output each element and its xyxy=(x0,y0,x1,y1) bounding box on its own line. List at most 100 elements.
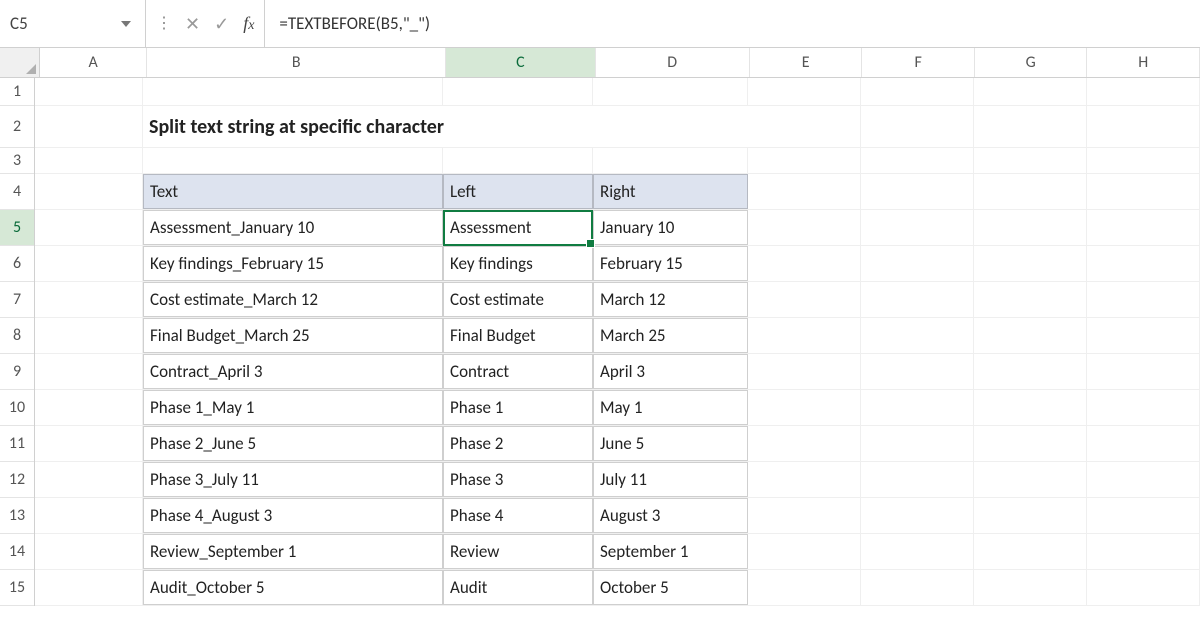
cell-G12[interactable] xyxy=(974,462,1087,497)
cell-E11[interactable] xyxy=(748,426,861,461)
cell-G2[interactable] xyxy=(974,106,1087,147)
cell-G9[interactable] xyxy=(974,354,1087,389)
cell-B9[interactable]: Contract_April 3 xyxy=(143,354,443,389)
cell-C9[interactable]: Contract xyxy=(443,354,593,389)
row-header-12[interactable]: 12 xyxy=(0,462,34,498)
row-header-2[interactable]: 2 xyxy=(0,106,34,148)
cell-H2[interactable] xyxy=(1087,106,1200,147)
cell-C13[interactable]: Phase 4 xyxy=(443,498,593,533)
cell-B3[interactable] xyxy=(143,148,443,173)
cell-H12[interactable] xyxy=(1087,462,1200,497)
cell-A5[interactable] xyxy=(35,210,143,245)
row-header-14[interactable]: 14 xyxy=(0,534,34,570)
cell-H10[interactable] xyxy=(1087,390,1200,425)
cell-F7[interactable] xyxy=(861,282,974,317)
cell-D1[interactable] xyxy=(593,78,748,105)
cell-H7[interactable] xyxy=(1087,282,1200,317)
cell-B15[interactable]: Audit_October 5 xyxy=(143,570,443,605)
cell-E6[interactable] xyxy=(748,246,861,281)
cell-A14[interactable] xyxy=(35,534,143,569)
col-header-D[interactable]: D xyxy=(596,48,750,77)
cell-A4[interactable] xyxy=(35,174,143,209)
cell-G1[interactable] xyxy=(974,78,1087,105)
cell-G14[interactable] xyxy=(974,534,1087,569)
cell-G8[interactable] xyxy=(974,318,1087,353)
cell-D6[interactable]: February 15 xyxy=(593,246,748,281)
cell-C11[interactable]: Phase 2 xyxy=(443,426,593,461)
cell-E12[interactable] xyxy=(748,462,861,497)
cell-G13[interactable] xyxy=(974,498,1087,533)
cell-B1[interactable] xyxy=(143,78,443,105)
table-header-left[interactable]: Left xyxy=(443,174,593,209)
cell-A10[interactable] xyxy=(35,390,143,425)
cell-H6[interactable] xyxy=(1087,246,1200,281)
cell-E14[interactable] xyxy=(748,534,861,569)
cell-F5[interactable] xyxy=(861,210,974,245)
row-header-11[interactable]: 11 xyxy=(0,426,34,462)
cell-B10[interactable]: Phase 1_May 1 xyxy=(143,390,443,425)
cell-F10[interactable] xyxy=(861,390,974,425)
row-header-3[interactable]: 3 xyxy=(0,148,34,174)
cell-H4[interactable] xyxy=(1087,174,1200,209)
cell-D12[interactable]: July 11 xyxy=(593,462,748,497)
cell-F3[interactable] xyxy=(861,148,974,173)
cell-A2[interactable] xyxy=(35,106,143,147)
cell-H9[interactable] xyxy=(1087,354,1200,389)
cell-E4[interactable] xyxy=(748,174,861,209)
col-header-B[interactable]: B xyxy=(147,48,446,77)
cell-E3[interactable] xyxy=(748,148,861,173)
cell-F2[interactable] xyxy=(861,106,974,147)
cell-H14[interactable] xyxy=(1087,534,1200,569)
table-header-right[interactable]: Right xyxy=(593,174,748,209)
cell-G5[interactable] xyxy=(974,210,1087,245)
cell-F13[interactable] xyxy=(861,498,974,533)
cell-E8[interactable] xyxy=(748,318,861,353)
cell-E9[interactable] xyxy=(748,354,861,389)
formula-input[interactable]: =TEXTBEFORE(B5,"_") xyxy=(265,0,1200,47)
cell-F15[interactable] xyxy=(861,570,974,605)
cell-C15[interactable]: Audit xyxy=(443,570,593,605)
cell-E10[interactable] xyxy=(748,390,861,425)
cell-G3[interactable] xyxy=(974,148,1087,173)
cell-A12[interactable] xyxy=(35,462,143,497)
row-header-7[interactable]: 7 xyxy=(0,282,34,318)
cell-D11[interactable]: June 5 xyxy=(593,426,748,461)
row-header-4[interactable]: 4 xyxy=(0,174,34,210)
cell-A11[interactable] xyxy=(35,426,143,461)
cell-A7[interactable] xyxy=(35,282,143,317)
cell-B6[interactable]: Key findings_February 15 xyxy=(143,246,443,281)
row-header-13[interactable]: 13 xyxy=(0,498,34,534)
cell-A8[interactable] xyxy=(35,318,143,353)
col-header-C[interactable]: C xyxy=(446,48,595,77)
row-header-15[interactable]: 15 xyxy=(0,570,34,606)
chevron-down-icon[interactable] xyxy=(121,21,131,27)
fx-icon[interactable]: fx xyxy=(243,13,254,34)
cell-E15[interactable] xyxy=(748,570,861,605)
col-header-G[interactable]: G xyxy=(975,48,1088,77)
cell-F4[interactable] xyxy=(861,174,974,209)
cell-D13[interactable]: August 3 xyxy=(593,498,748,533)
cell-A15[interactable] xyxy=(35,570,143,605)
cell-D5[interactable]: January 10 xyxy=(593,210,748,245)
cell-F11[interactable] xyxy=(861,426,974,461)
cell-G7[interactable] xyxy=(974,282,1087,317)
cell-C1[interactable] xyxy=(443,78,593,105)
cell-D7[interactable]: March 12 xyxy=(593,282,748,317)
cell-C12[interactable]: Phase 3 xyxy=(443,462,593,497)
row-header-1[interactable]: 1 xyxy=(0,78,34,106)
cell-D9[interactable]: April 3 xyxy=(593,354,748,389)
cell-H15[interactable] xyxy=(1087,570,1200,605)
select-all-corner[interactable] xyxy=(0,48,40,77)
cell-C8[interactable]: Final Budget xyxy=(443,318,593,353)
cell-C5[interactable]: Assessment xyxy=(443,210,593,245)
cell-F8[interactable] xyxy=(861,318,974,353)
cells-area[interactable]: Split text string at specific character … xyxy=(35,78,1200,606)
cell-H8[interactable] xyxy=(1087,318,1200,353)
cell-E7[interactable] xyxy=(748,282,861,317)
cell-B14[interactable]: Review_September 1 xyxy=(143,534,443,569)
row-header-8[interactable]: 8 xyxy=(0,318,34,354)
accept-icon[interactable]: ✓ xyxy=(214,13,229,35)
cell-F1[interactable] xyxy=(861,78,974,105)
cell-F12[interactable] xyxy=(861,462,974,497)
cell-A9[interactable] xyxy=(35,354,143,389)
